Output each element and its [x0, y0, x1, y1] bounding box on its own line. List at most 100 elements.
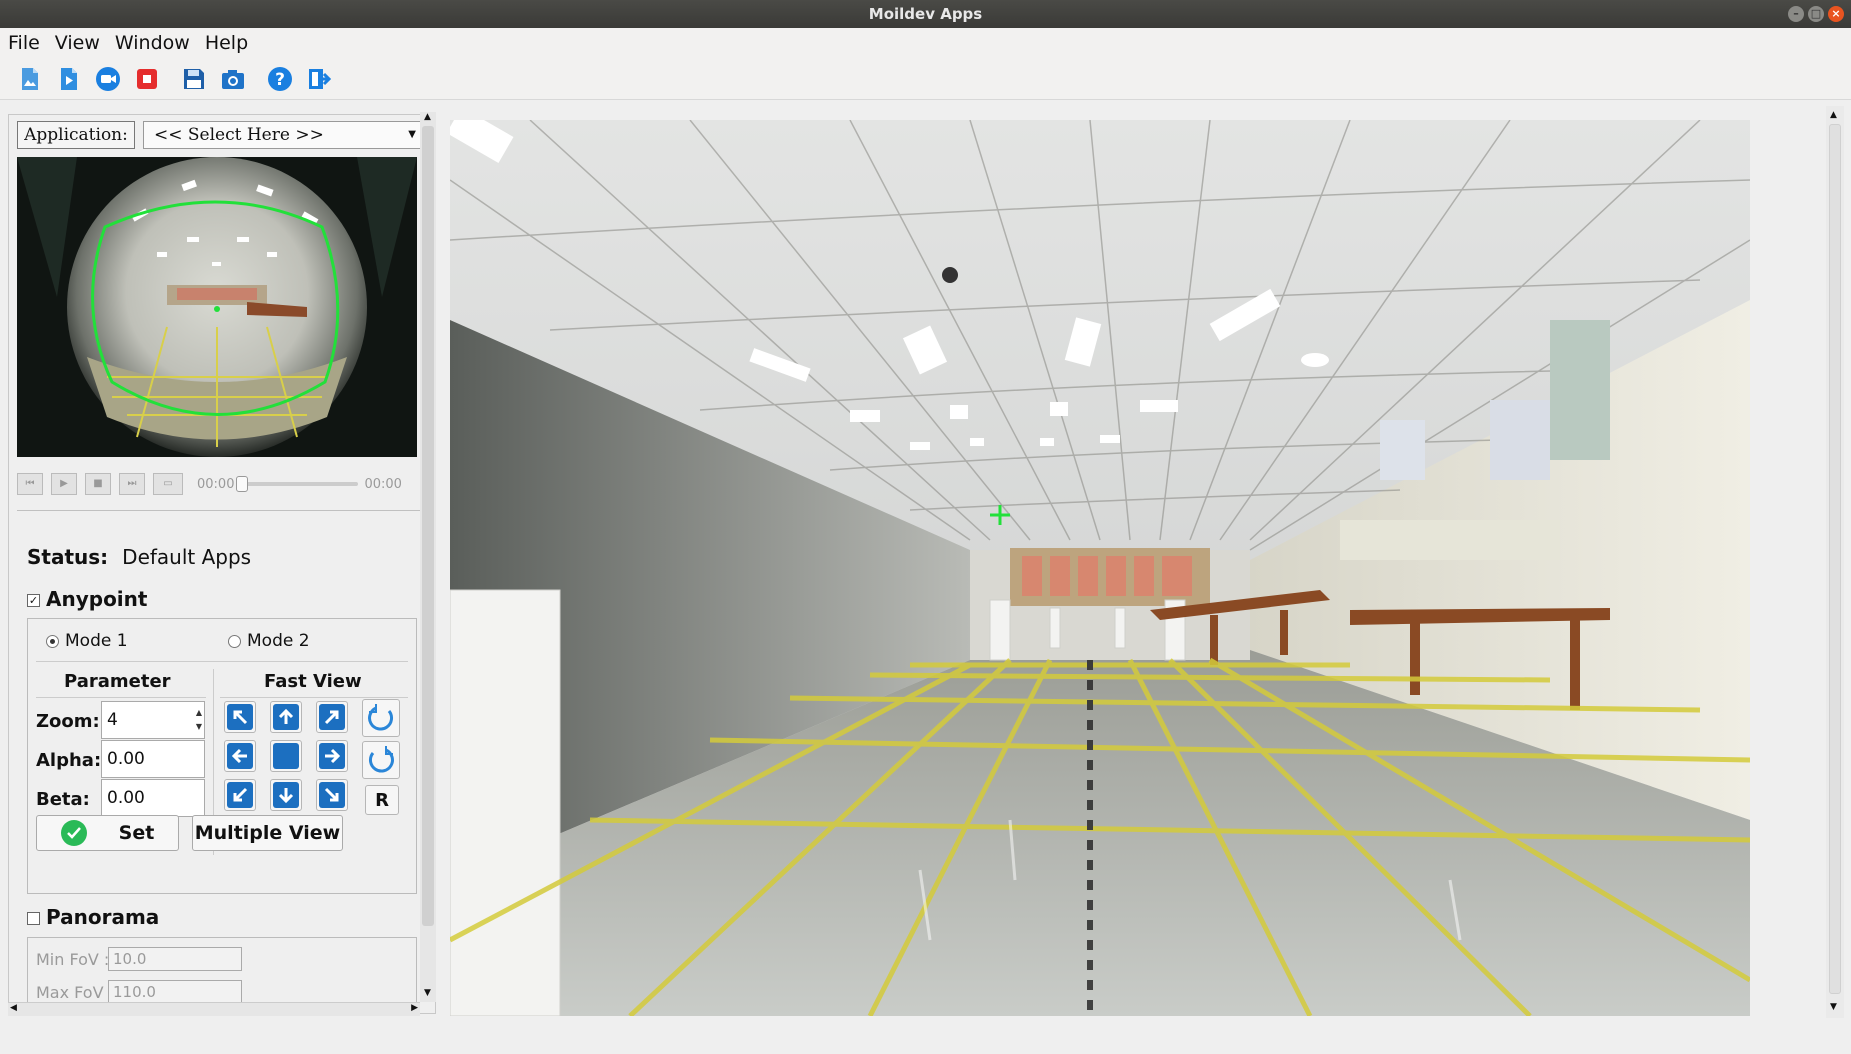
skip-forward-icon[interactable]: ⏭: [119, 473, 145, 495]
alpha-label: Alpha:: [36, 750, 102, 771]
window-titlebar: Moildev Apps – □ ×: [0, 0, 1851, 28]
minimize-icon[interactable]: –: [1788, 6, 1804, 22]
set-button[interactable]: Set: [36, 815, 179, 851]
seek-slider[interactable]: [236, 476, 359, 492]
panorama-label: Panorama: [46, 905, 160, 929]
open-video-icon[interactable]: [55, 65, 83, 93]
maximize-icon[interactable]: □: [1808, 6, 1824, 22]
exit-icon[interactable]: [305, 65, 333, 93]
seek-knob[interactable]: [236, 476, 249, 492]
menu-view[interactable]: View: [55, 32, 100, 54]
control-panel: Application: << Select Here >> ▼ ⏮ ▶ ■ ⏭…: [8, 114, 436, 1014]
zoom-stepper-icon[interactable]: ▲ ▼: [196, 706, 202, 734]
fisheye-preview[interactable]: [17, 157, 417, 457]
beta-input[interactable]: 0.00: [101, 779, 205, 817]
center-icon: [273, 743, 299, 769]
view-down-button[interactable]: [270, 779, 302, 811]
view-down-right-button[interactable]: [316, 779, 348, 811]
fast-view-header: Fast View: [264, 671, 362, 692]
stop-playback-icon[interactable]: ■: [85, 473, 111, 495]
skip-back-icon[interactable]: ⏮: [17, 473, 43, 495]
play-icon[interactable]: ▶: [51, 473, 77, 495]
parameter-header: Parameter: [64, 671, 171, 692]
max-fov-input[interactable]: 110.0: [108, 980, 242, 1004]
view-left-button[interactable]: [224, 740, 256, 772]
help-icon[interactable]: ?: [266, 65, 294, 93]
view-down-left-button[interactable]: [224, 779, 256, 811]
divider: [17, 510, 421, 511]
zoom-value: 4: [107, 710, 118, 730]
time-current: 00:00: [197, 476, 235, 492]
set-button-label: Set: [118, 822, 155, 844]
view-up-button[interactable]: [270, 701, 302, 733]
divider: [220, 697, 408, 698]
mode1-radio[interactable]: Mode 1: [46, 631, 128, 651]
status-row: Status: Default Apps: [27, 545, 251, 569]
status-label: Status:: [27, 545, 109, 569]
divider: [36, 697, 206, 698]
scroll-up-icon[interactable]: ▲: [424, 112, 431, 122]
scroll-thumb[interactable]: [422, 126, 434, 926]
scroll-right-icon[interactable]: ▶: [411, 1003, 418, 1013]
zoom-input[interactable]: 4 ▲ ▼: [101, 701, 205, 739]
media-controls: ⏮ ▶ ■ ⏭ ▭ 00:00 00:00: [17, 471, 417, 497]
anypoint-label: Anypoint: [46, 587, 148, 611]
divider: [36, 661, 408, 662]
save-icon[interactable]: [180, 65, 208, 93]
close-icon[interactable]: ×: [1828, 6, 1844, 22]
mode2-radio[interactable]: Mode 2: [228, 631, 310, 651]
beta-value: 0.00: [107, 788, 145, 808]
max-fov-label: Max FoV :: [36, 983, 115, 1002]
view-up-left-button[interactable]: [224, 701, 256, 733]
window-title: Moildev Apps: [868, 5, 983, 23]
scroll-left-icon[interactable]: ◀: [10, 1003, 17, 1013]
view-right-button[interactable]: [316, 740, 348, 772]
application-select-value: << Select Here >>: [154, 125, 324, 145]
mode2-label: Mode 2: [247, 631, 310, 651]
view-up-right-button[interactable]: [316, 701, 348, 733]
mode1-radio-dot[interactable]: [46, 634, 59, 648]
camera-record-icon[interactable]: [94, 65, 122, 93]
beta-label: Beta:: [36, 789, 90, 810]
left-panel-scrollbar[interactable]: ▲ ▼: [420, 112, 436, 1002]
frame-icon[interactable]: ▭: [153, 473, 183, 495]
result-image-view[interactable]: [450, 120, 1750, 1016]
application-label: Application:: [17, 121, 135, 149]
scroll-up-icon[interactable]: ▲: [1830, 110, 1837, 120]
chevron-down-icon: ▼: [408, 129, 416, 140]
menu-help[interactable]: Help: [205, 32, 248, 54]
min-fov-label: Min FoV :: [36, 950, 110, 969]
scroll-thumb[interactable]: [1829, 124, 1841, 994]
open-image-icon[interactable]: [16, 65, 44, 93]
anypoint-group: Mode 1 Mode 2 Parameter Fast View Zoom: …: [27, 618, 417, 894]
anypoint-checkbox[interactable]: ✓: [27, 594, 40, 607]
main-view-scrollbar[interactable]: ▲ ▼: [1826, 106, 1844, 1018]
scroll-down-icon[interactable]: ▼: [424, 988, 431, 998]
status-value: Default Apps: [122, 545, 252, 569]
scroll-down-icon[interactable]: ▼: [1830, 1002, 1837, 1012]
check-icon: [60, 820, 87, 846]
mode2-radio-dot[interactable]: [228, 634, 241, 648]
reset-button[interactable]: R: [365, 785, 399, 815]
menu-bar: File View Window Help: [0, 28, 1851, 58]
zoom-label: Zoom:: [36, 711, 100, 732]
multiple-view-button[interactable]: Multiple View: [192, 815, 343, 851]
alpha-value: 0.00: [107, 749, 145, 769]
view-center-button[interactable]: [270, 740, 302, 772]
toolbar: ?: [0, 58, 1851, 100]
anypoint-toggle[interactable]: ✓ Anypoint: [27, 587, 147, 611]
stop-icon[interactable]: [133, 65, 161, 93]
min-fov-input[interactable]: 10.0: [108, 947, 242, 971]
rotate-left-button[interactable]: [362, 699, 400, 737]
left-panel-hscrollbar[interactable]: ◀ ▶: [8, 1002, 420, 1016]
snapshot-camera-icon[interactable]: [219, 65, 247, 93]
alpha-input[interactable]: 0.00: [101, 740, 205, 778]
svg-text:?: ?: [275, 70, 285, 90]
application-select[interactable]: << Select Here >> ▼: [143, 121, 425, 149]
mode1-label: Mode 1: [65, 631, 128, 651]
panorama-checkbox[interactable]: [27, 912, 40, 925]
rotate-right-button[interactable]: [362, 741, 400, 779]
menu-file[interactable]: File: [8, 32, 40, 54]
panorama-toggle[interactable]: Panorama: [27, 905, 159, 929]
menu-window[interactable]: Window: [115, 32, 190, 54]
